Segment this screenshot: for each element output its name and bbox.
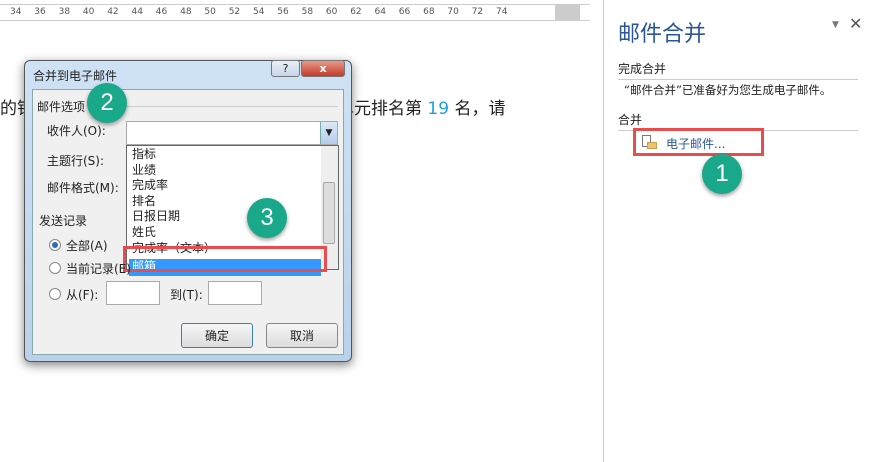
help-button[interactable]: ? bbox=[271, 60, 300, 77]
from-input[interactable] bbox=[106, 281, 160, 305]
ruler-tick: 40 bbox=[82, 7, 95, 17]
format-label: 邮件格式(M): bbox=[47, 181, 119, 195]
mail-merge-pane: 邮件合并 ▼ ✕ 完成合并 “邮件合并”已准备好为您生成电子邮件。 合并 电子邮… bbox=[603, 0, 872, 462]
dialog-title: 合并到电子邮件 bbox=[33, 69, 118, 83]
rank-number: 19 bbox=[427, 99, 450, 119]
ruler: 34 36 38 40 42 44 46 48 50 52 54 56 58 60 62 64 66 68 70 72… bbox=[0, 4, 590, 21]
ruler-tick: 42 bbox=[107, 7, 119, 17]
ruler-tick: 66 bbox=[398, 7, 411, 17]
dropdown-option[interactable]: 姓氏 bbox=[129, 225, 321, 241]
ruler-tick: 44 bbox=[131, 7, 143, 17]
ruler-tick: 60 bbox=[325, 7, 338, 17]
ok-button[interactable]: 确定 bbox=[181, 323, 253, 348]
radio-all[interactable] bbox=[49, 239, 61, 251]
ruler-tick: 50 bbox=[204, 7, 216, 17]
to-record-label: 到(T): bbox=[170, 288, 203, 302]
divider bbox=[93, 106, 338, 107]
radio-from[interactable] bbox=[49, 288, 61, 300]
ruler-tick: 52 bbox=[228, 7, 241, 17]
merge-ready-message: “邮件合并”已准备好为您生成电子邮件。 bbox=[624, 83, 832, 97]
ruler-tick: 56 bbox=[277, 7, 289, 17]
to-record-input[interactable] bbox=[208, 281, 262, 305]
section-complete: 完成合并 bbox=[618, 60, 858, 80]
dropdown-option[interactable]: 完成率 bbox=[129, 178, 321, 194]
to-combobox[interactable]: ▼ bbox=[126, 121, 338, 145]
ruler-tick: 74 bbox=[496, 7, 508, 17]
close-button[interactable]: x bbox=[301, 60, 345, 77]
ruler-tick: 62 bbox=[350, 7, 362, 17]
ruler-tick: 38 bbox=[58, 7, 71, 17]
ruler-tick: 68 bbox=[423, 7, 435, 17]
pane-title: 邮件合并 bbox=[618, 22, 707, 47]
to-label: 收件人(O): bbox=[47, 124, 106, 138]
ruler-tick: 54 bbox=[253, 7, 265, 17]
mail-options-group: 邮件选项 bbox=[37, 100, 86, 114]
ruler-tick: 46 bbox=[155, 7, 168, 17]
dropdown-option[interactable]: 排名 bbox=[129, 194, 321, 210]
merge-to-email-dialog: 合并到电子邮件 ? x 邮件选项 收件人(O): 主题行(S): 邮件格式(M)… bbox=[24, 60, 352, 362]
cancel-button[interactable]: 取消 bbox=[266, 323, 338, 348]
email-document-icon bbox=[642, 135, 657, 151]
step-2-marker: 2 bbox=[87, 83, 127, 123]
text: 名，请 bbox=[449, 99, 506, 119]
ruler-margin-highlight bbox=[555, 5, 580, 20]
ruler-tick: 70 bbox=[447, 7, 459, 17]
ruler-tick: 48 bbox=[180, 7, 192, 17]
scrollbar-thumb[interactable] bbox=[323, 182, 335, 244]
ruler-tick: 36 bbox=[34, 7, 46, 17]
highlight-box-3 bbox=[123, 246, 327, 272]
ruler-tick: 72 bbox=[471, 7, 484, 17]
dropdown-option[interactable]: 指标 bbox=[129, 147, 321, 163]
radio-current[interactable] bbox=[49, 262, 61, 274]
chevron-down-icon[interactable]: ▼ bbox=[320, 122, 337, 144]
subject-label: 主题行(S): bbox=[47, 154, 105, 168]
dropdown-option[interactable]: 业绩 bbox=[129, 163, 321, 179]
dialog-body: 邮件选项 收件人(O): 主题行(S): 邮件格式(M): ▼ 指标 业绩 完成率排… bbox=[32, 89, 344, 355]
ruler-tick: 64 bbox=[374, 7, 386, 17]
radio-all-label[interactable]: 全部(A) bbox=[66, 237, 108, 254]
radio-current-label[interactable]: 当前记录(E) bbox=[66, 260, 131, 277]
email-merge-link[interactable]: 电子邮件... bbox=[666, 135, 725, 152]
radio-from-label[interactable]: 从(F): bbox=[66, 286, 98, 303]
dropdown-option[interactable]: 日报日期 bbox=[129, 209, 321, 225]
pane-options-icon[interactable]: ▼ bbox=[832, 20, 839, 30]
ruler-tick: 34 bbox=[10, 7, 22, 17]
close-icon[interactable]: ✕ bbox=[849, 14, 862, 33]
send-records-group: 发送记录 bbox=[39, 214, 88, 228]
step-3-marker: 3 bbox=[247, 198, 287, 238]
ruler-tick: 58 bbox=[301, 7, 314, 17]
step-1-marker: 1 bbox=[702, 154, 742, 194]
